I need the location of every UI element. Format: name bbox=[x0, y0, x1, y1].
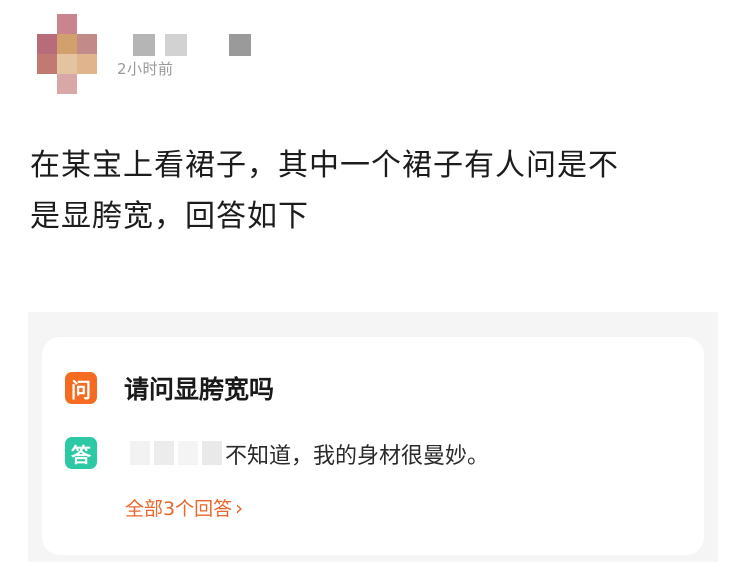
answer-text: 不知道，我的身材很曼妙。 bbox=[225, 444, 490, 469]
answerer-name-redacted bbox=[130, 441, 222, 465]
post-timestamp: 2小时前 bbox=[117, 60, 174, 78]
post-text: 在某宝上看裙子，其中一个裙子有人问是不 是显胯宽，回答如下 bbox=[30, 140, 720, 242]
avatar[interactable] bbox=[37, 14, 97, 94]
all-answers-link[interactable]: 全部3个回答 › bbox=[125, 494, 243, 523]
question-badge-icon: 问 bbox=[65, 372, 97, 404]
post-header: 2小时前 bbox=[37, 10, 437, 100]
all-answers-label: 全部3个回答 bbox=[125, 498, 233, 520]
post-text-line: 在某宝上看裙子，其中一个裙子有人问是不 bbox=[30, 148, 619, 183]
chevron-right-icon: › bbox=[235, 496, 244, 520]
answer-badge-icon: 答 bbox=[65, 437, 97, 469]
question-text[interactable]: 请问显胯宽吗 bbox=[124, 372, 274, 408]
username-redacted bbox=[133, 34, 251, 56]
post-text-line: 是显胯宽，回答如下 bbox=[30, 199, 309, 234]
